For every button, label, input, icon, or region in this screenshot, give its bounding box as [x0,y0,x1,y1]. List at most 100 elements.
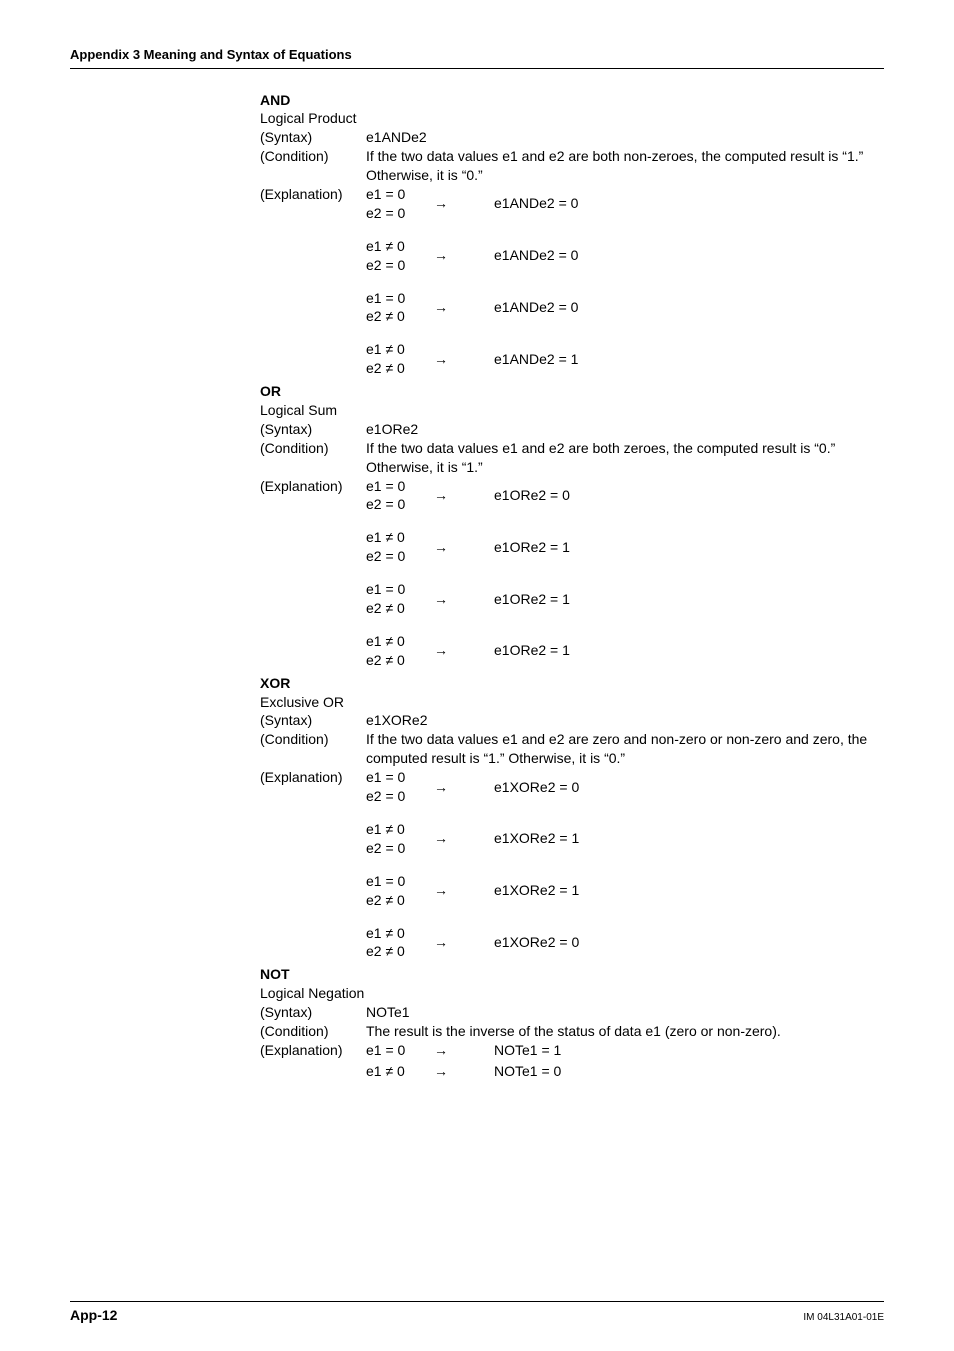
xor-row: e1 = 0 e2 = 0 → e1XORe2 = 0 [366,768,884,806]
or-desc: Logical Sum [260,401,884,420]
arrow-icon: → [434,1041,448,1060]
or-result: e1ORe2 = 1 [494,641,884,660]
not-row: e1 ≠ 0 → NOTe1 = 0 [366,1062,884,1081]
xor-title: XOR [260,674,884,693]
arrow-icon: → [434,350,448,369]
arrow-icon: → [434,246,448,265]
xor-e1: e1 = 0 [366,872,434,891]
not-syntax: NOTe1 [366,1003,884,1022]
or-row: e1 ≠ 0 e2 = 0 → e1ORe2 = 1 [366,528,884,566]
page-header: Appendix 3 Meaning and Syntax of Equatio… [70,46,884,64]
and-result: e1ANDe2 = 1 [494,350,884,369]
and-e2: e2 ≠ 0 [366,307,434,326]
or-expl-label: (Explanation) [260,477,366,496]
and-e1: e1 ≠ 0 [366,340,434,359]
not-expl-label: (Explanation) [260,1041,366,1060]
not-desc: Logical Negation [260,984,884,1003]
or-e2: e2 = 0 [366,547,434,566]
xor-row: e1 ≠ 0 e2 = 0 → e1XORe2 = 1 [366,820,884,858]
and-syntax: e1ANDe2 [366,128,884,147]
or-syntax: e1ORe2 [366,420,884,439]
or-result: e1ORe2 = 1 [494,590,884,609]
xor-result: e1XORe2 = 1 [494,829,884,848]
not-e1: e1 = 0 [366,1041,434,1060]
arrow-icon: → [434,778,448,797]
or-cond-label: (Condition) [260,439,366,458]
xor-e2: e2 ≠ 0 [366,942,434,961]
not-result: NOTe1 = 0 [494,1062,884,1081]
and-row: e1 ≠ 0 e2 = 0 → e1ANDe2 = 0 [366,237,884,275]
xor-syntax: e1XORe2 [366,711,884,730]
arrow-icon: → [434,194,448,213]
and-row: e1 = 0 e2 = 0 → e1ANDe2 = 0 [366,185,884,223]
and-row: e1 = 0 e2 ≠ 0 → e1ANDe2 = 0 [366,289,884,327]
not-title: NOT [260,965,884,984]
or-e1: e1 = 0 [366,580,434,599]
arrow-icon: → [434,590,448,609]
not-result: NOTe1 = 1 [494,1041,884,1060]
and-e1: e1 = 0 [366,289,434,308]
or-e1: e1 ≠ 0 [366,632,434,651]
footer-rule [70,1301,884,1302]
xor-cond: If the two data values e1 and e2 are zer… [366,730,884,768]
and-e1: e1 = 0 [366,185,434,204]
and-cond: If the two data values e1 and e2 are bot… [366,147,884,185]
or-row: e1 = 0 e2 = 0 → e1ORe2 = 0 [366,477,884,515]
page-number: App-12 [70,1306,117,1325]
and-syntax-label: (Syntax) [260,128,366,147]
and-row: e1 ≠ 0 e2 ≠ 0 → e1ANDe2 = 1 [366,340,884,378]
and-result: e1ANDe2 = 0 [494,298,884,317]
and-cond-label: (Condition) [260,147,366,166]
xor-syntax-label: (Syntax) [260,711,366,730]
or-row: e1 = 0 e2 ≠ 0 → e1ORe2 = 1 [366,580,884,618]
xor-e2: e2 = 0 [366,787,434,806]
not-cond: The result is the inverse of the status … [366,1022,884,1041]
and-title: AND [260,91,884,110]
not-cond-label: (Condition) [260,1022,366,1041]
arrow-icon: → [434,1062,448,1081]
or-e2: e2 ≠ 0 [366,599,434,618]
or-syntax-label: (Syntax) [260,420,366,439]
not-e1: e1 ≠ 0 [366,1062,434,1081]
arrow-icon: → [434,829,448,848]
arrow-icon: → [434,933,448,952]
or-row: e1 ≠ 0 e2 ≠ 0 → e1ORe2 = 1 [366,632,884,670]
arrow-icon: → [434,641,448,660]
xor-desc: Exclusive OR [260,693,884,712]
xor-row: e1 ≠ 0 e2 ≠ 0 → e1XORe2 = 0 [366,924,884,962]
or-e2: e2 = 0 [366,495,434,514]
or-e2: e2 ≠ 0 [366,651,434,670]
and-desc: Logical Product [260,109,884,128]
xor-row: e1 = 0 e2 ≠ 0 → e1XORe2 = 1 [366,872,884,910]
arrow-icon: → [434,486,448,505]
and-e1: e1 ≠ 0 [366,237,434,256]
arrow-icon: → [434,538,448,557]
or-title: OR [260,382,884,401]
and-result: e1ANDe2 = 0 [494,246,884,265]
and-result: e1ANDe2 = 0 [494,194,884,213]
and-e2: e2 = 0 [366,204,434,223]
xor-result: e1XORe2 = 1 [494,881,884,900]
not-row: e1 = 0 → NOTe1 = 1 [366,1041,884,1060]
xor-result: e1XORe2 = 0 [494,778,884,797]
xor-e1: e1 = 0 [366,768,434,787]
xor-cond-label: (Condition) [260,730,366,749]
xor-e2: e2 ≠ 0 [366,891,434,910]
arrow-icon: → [434,298,448,317]
doc-id: IM 04L31A01-01E [803,1311,884,1325]
or-result: e1ORe2 = 0 [494,486,884,505]
xor-expl-label: (Explanation) [260,768,366,787]
or-cond: If the two data values e1 and e2 are bot… [366,439,884,477]
not-syntax-label: (Syntax) [260,1003,366,1022]
arrow-icon: → [434,881,448,900]
or-result: e1ORe2 = 1 [494,538,884,557]
and-e2: e2 ≠ 0 [366,359,434,378]
xor-e1: e1 ≠ 0 [366,924,434,943]
or-e1: e1 = 0 [366,477,434,496]
and-e2: e2 = 0 [366,256,434,275]
header-rule [70,68,884,69]
xor-result: e1XORe2 = 0 [494,933,884,952]
xor-e1: e1 ≠ 0 [366,820,434,839]
or-e1: e1 ≠ 0 [366,528,434,547]
and-expl-label: (Explanation) [260,185,366,204]
